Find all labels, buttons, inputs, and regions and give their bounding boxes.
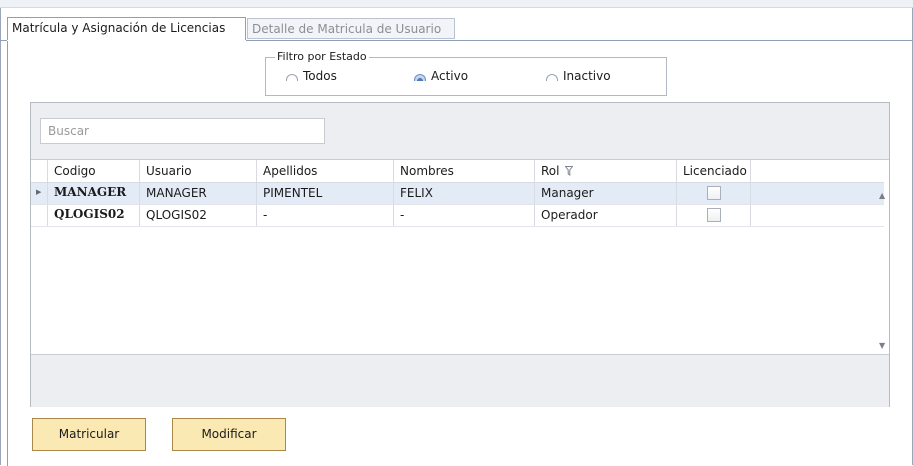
modificar-button[interactable]: Modificar xyxy=(172,418,286,451)
scroll-down-icon[interactable]: ▼ xyxy=(879,341,885,350)
tab-divider-gap xyxy=(7,40,246,41)
scroll-up-icon[interactable]: ▲ xyxy=(879,191,885,200)
radio-checked-icon xyxy=(414,73,426,81)
col-header-rol-label: Rol xyxy=(541,164,560,178)
col-header-apellidos[interactable]: Apellidos xyxy=(257,160,394,182)
users-grid-panel: Buscar Codigo Usuario Apellidos Nombres … xyxy=(30,102,890,407)
tab-matricula-asignacion[interactable]: Matrícula y Asignación de Licencias xyxy=(7,17,246,40)
cell-licenciado xyxy=(677,183,751,204)
cell-rol[interactable]: Manager xyxy=(535,183,677,204)
row-pointer-icon: ▶ xyxy=(36,188,42,196)
licenciado-checkbox[interactable] xyxy=(707,186,721,200)
radio-label-todos: Todos xyxy=(303,69,337,83)
radio-icon xyxy=(546,73,558,81)
row-indicator xyxy=(31,205,48,226)
cell-licenciado xyxy=(677,205,751,226)
tab-detalle-matricula[interactable]: Detalle de Matricula de Usuario xyxy=(247,18,455,39)
radio-activo[interactable]: Activo xyxy=(414,69,468,83)
table-row[interactable]: QLOGIS02 QLOGIS02 - - Operador xyxy=(31,205,884,227)
cell-apellidos[interactable]: PIMENTEL xyxy=(257,183,394,204)
cell-nombres[interactable]: FELIX xyxy=(394,183,535,204)
cell-nombres[interactable]: - xyxy=(394,205,535,226)
radio-todos[interactable]: Todos xyxy=(286,69,337,83)
table-row[interactable]: ▶ MANAGER MANAGER PIMENTEL FELIX Manager xyxy=(31,183,884,205)
grid-footer xyxy=(31,354,889,407)
col-header-codigo[interactable]: Codigo xyxy=(48,160,140,182)
tab-strip: Matrícula y Asignación de Licencias Deta… xyxy=(0,7,913,41)
col-header-usuario[interactable]: Usuario xyxy=(140,160,257,182)
cell-codigo[interactable]: MANAGER xyxy=(48,183,140,204)
licenciado-checkbox[interactable] xyxy=(707,208,721,222)
col-header-rol[interactable]: Rol xyxy=(535,160,677,182)
radio-icon xyxy=(286,73,298,81)
radio-inactivo[interactable]: Inactivo xyxy=(546,69,611,83)
page-border xyxy=(7,41,8,466)
filter-icon[interactable] xyxy=(564,166,574,176)
status-filter-group: Filtro por Estado Todos Activo Inactivo xyxy=(265,51,667,96)
radio-label-activo: Activo xyxy=(431,69,469,83)
cell-usuario[interactable]: QLOGIS02 xyxy=(140,205,257,226)
users-grid: Codigo Usuario Apellidos Nombres Rol Lic… xyxy=(31,159,889,355)
col-header-licenciado[interactable]: Licenciado xyxy=(677,160,751,182)
header-indicator xyxy=(31,160,48,182)
status-filter-legend: Filtro por Estado xyxy=(275,50,369,63)
row-indicator: ▶ xyxy=(31,183,48,204)
radio-label-inactivo: Inactivo xyxy=(563,69,611,83)
col-header-nombres[interactable]: Nombres xyxy=(394,160,535,182)
search-strip: Buscar xyxy=(31,103,889,159)
search-input[interactable]: Buscar xyxy=(40,118,325,144)
cell-codigo[interactable]: QLOGIS02 xyxy=(48,205,140,226)
matricular-button[interactable]: Matricular xyxy=(32,418,146,451)
cell-rol[interactable]: Operador xyxy=(535,205,677,226)
grid-header: Codigo Usuario Apellidos Nombres Rol Lic… xyxy=(31,160,884,183)
cell-usuario[interactable]: MANAGER xyxy=(140,183,257,204)
cell-apellidos[interactable]: - xyxy=(257,205,394,226)
